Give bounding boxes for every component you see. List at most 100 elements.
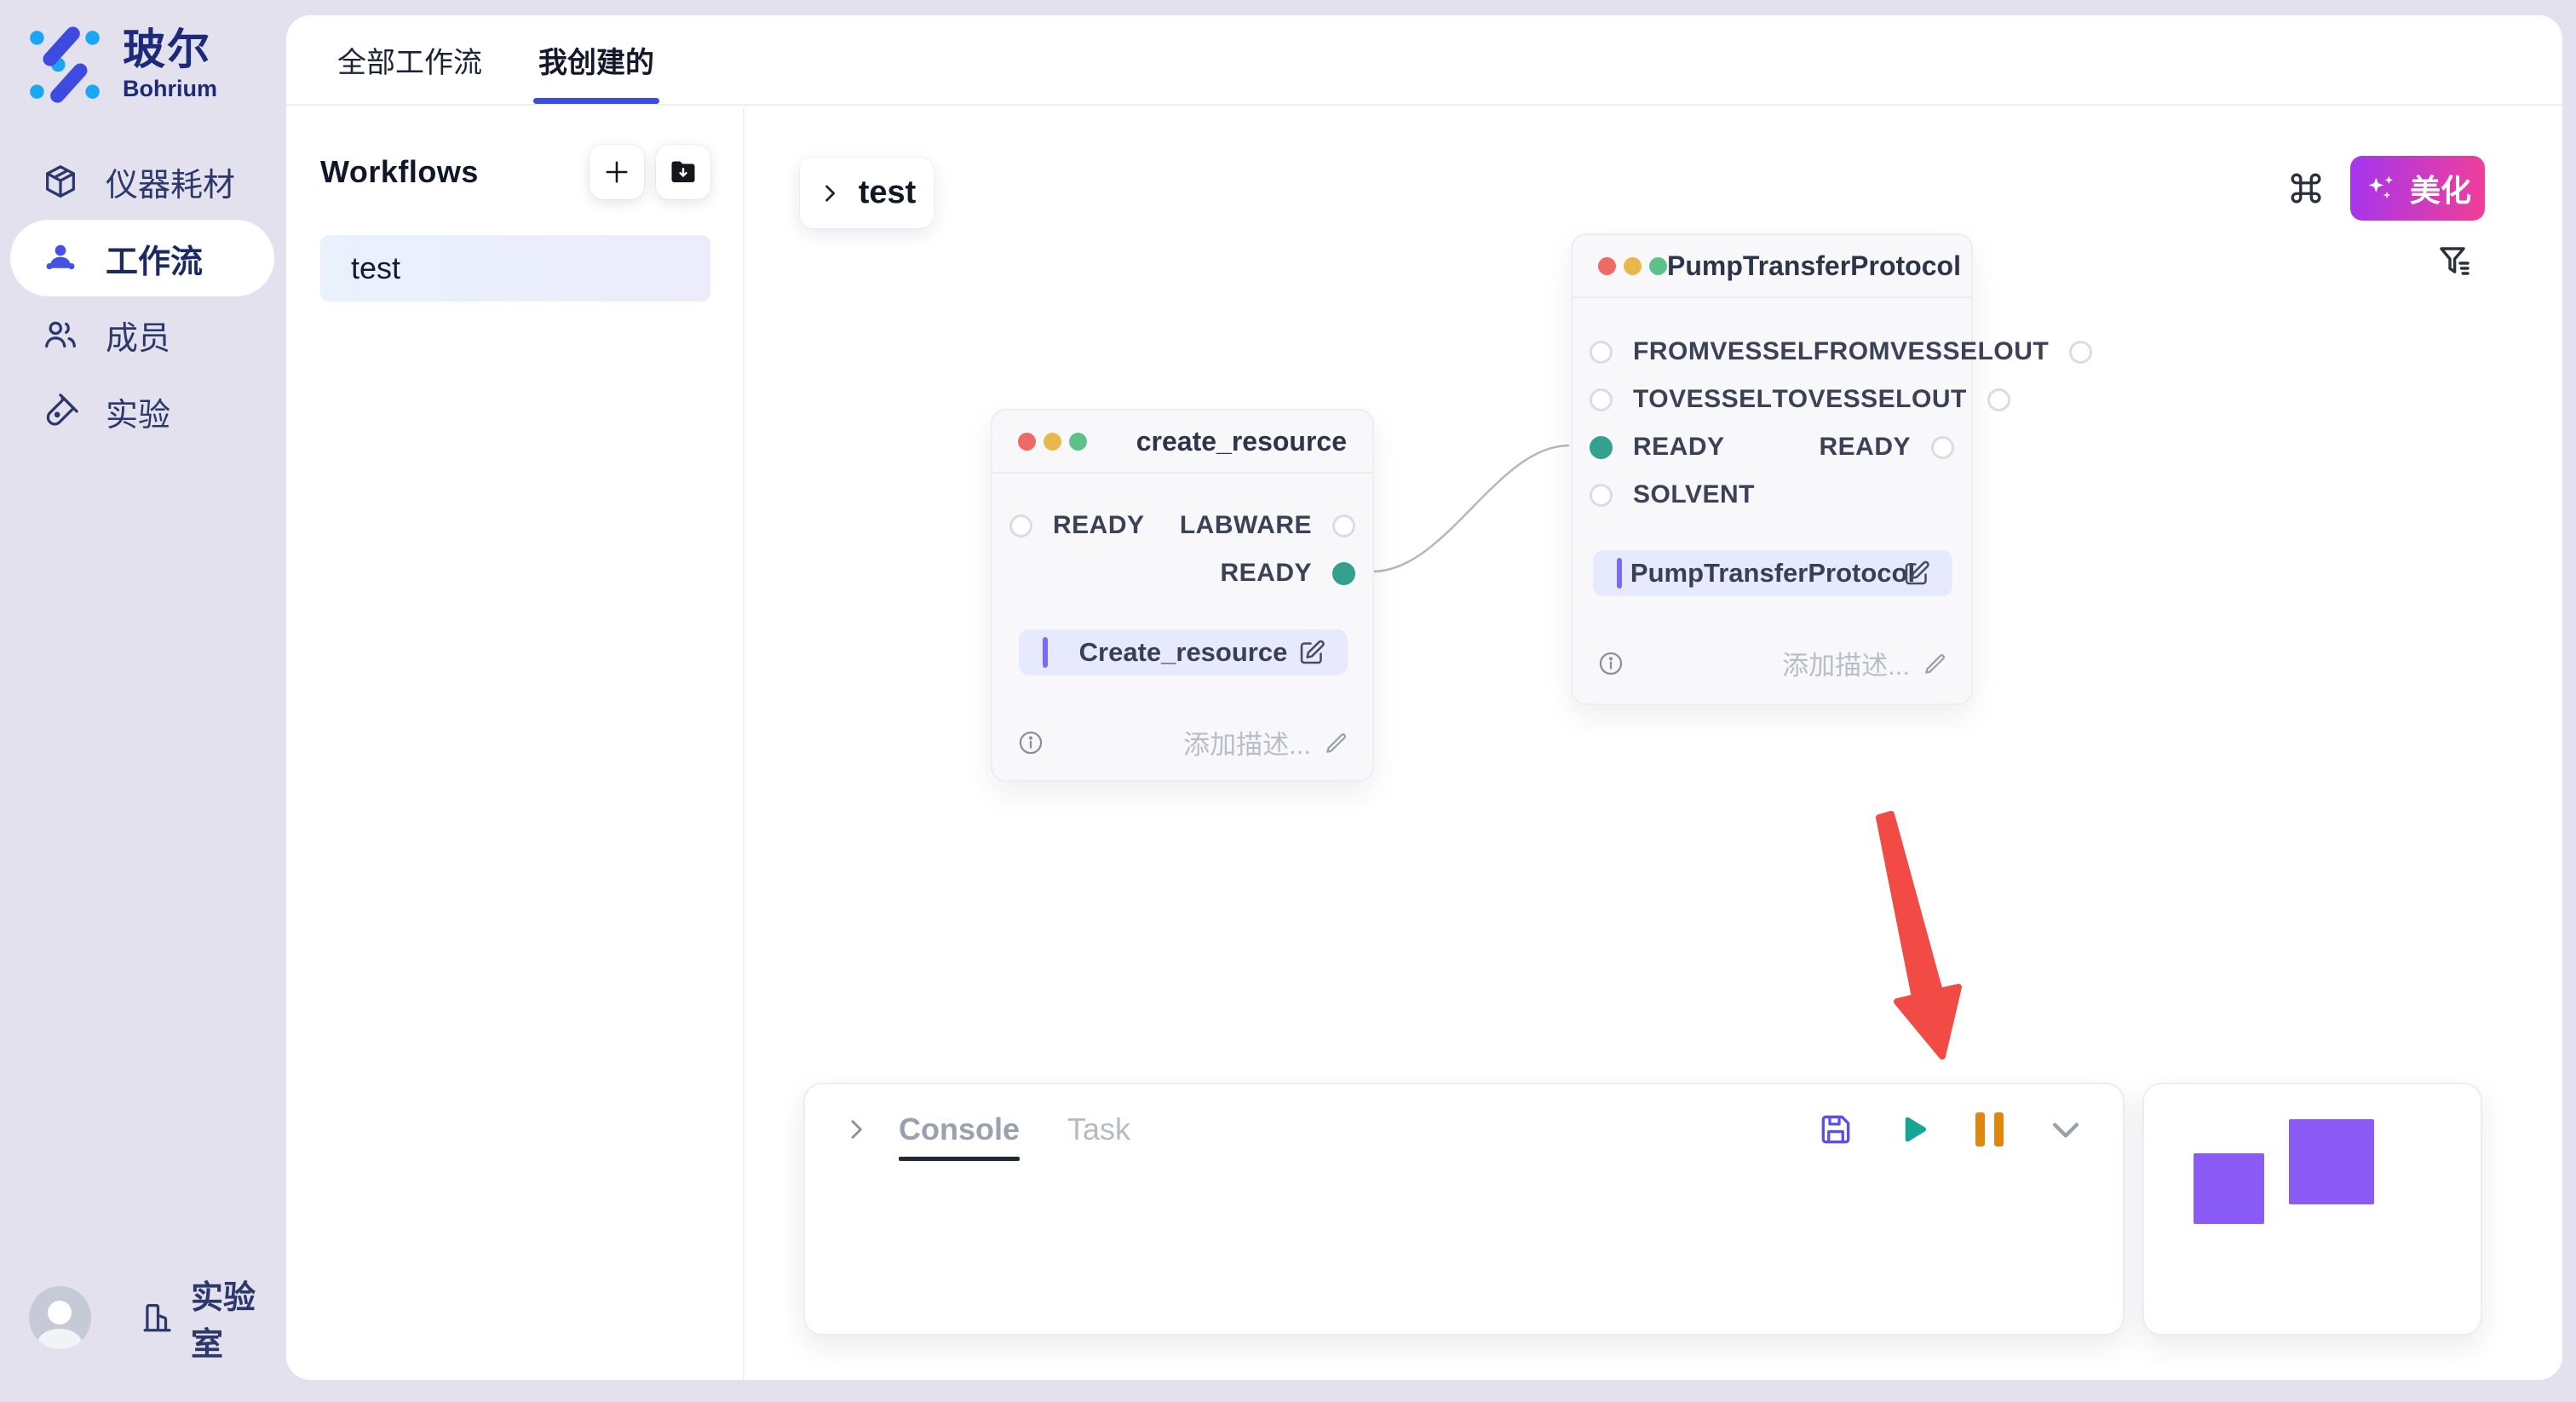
sidebar-item-label: 仪器耗材 <box>106 158 235 205</box>
box-icon <box>41 162 80 201</box>
port-label: SOLVENT <box>1633 480 1755 509</box>
bohrium-logo-icon <box>26 26 104 104</box>
console-panel: Console Task <box>803 1083 2125 1336</box>
workflow-tabbar: 全部工作流 我创建的 <box>286 15 2562 106</box>
plus-icon <box>601 157 632 187</box>
port-label: READY <box>1633 433 1725 462</box>
node-description-placeholder[interactable]: 添加描述... <box>1183 723 1350 761</box>
sidebar-item-experiments[interactable]: 实验 <box>10 373 274 450</box>
add-workflow-button[interactable] <box>589 145 644 199</box>
minimap[interactable] <box>2142 1083 2482 1336</box>
output-port-fromvesselout: FROMVESSELOUT <box>1814 337 2093 366</box>
port-handle[interactable] <box>1590 484 1613 507</box>
filter-funnel-icon <box>2435 242 2475 283</box>
port-handle[interactable] <box>1931 436 1954 459</box>
port-label: LABWARE <box>1180 511 1312 540</box>
sidebar-item-label: 工作流 <box>106 235 203 282</box>
info-icon[interactable] <box>1016 728 1045 757</box>
input-port-tovessel: TOVESSEL <box>1590 385 1773 414</box>
edit-icon[interactable] <box>1901 558 1932 589</box>
workflow-list-panel: Workflows test <box>286 107 745 1380</box>
sidebar-item-instruments[interactable]: 仪器耗材 <box>10 143 274 220</box>
annotation-arrow <box>1879 814 1958 1056</box>
sidebar-item-label: 实验 <box>106 388 170 435</box>
tab-all-workflows[interactable]: 全部工作流 <box>337 15 482 104</box>
beautify-button[interactable]: 美化 <box>2350 156 2485 221</box>
brand-logo[interactable]: 玻尔 Bohrium <box>26 26 217 104</box>
app-root: 玻尔 Bohrium 仪器耗材 工作流 <box>0 0 2576 1402</box>
traffic-yellow-dot <box>1044 433 1061 451</box>
tab-task[interactable]: Task <box>1067 1112 1130 1147</box>
description-text: 添加描述... <box>1782 644 1910 682</box>
sidebar: 玻尔 Bohrium 仪器耗材 工作流 <box>0 0 286 1402</box>
user-avatar[interactable] <box>29 1286 91 1349</box>
import-workflow-button[interactable] <box>656 145 710 199</box>
input-port-ready: READY <box>1009 511 1145 540</box>
node-footer: 添加描述... <box>1596 644 1949 682</box>
port-handle-connected[interactable] <box>1590 436 1613 459</box>
node-action-button[interactable]: PumpTransferProtocol <box>1593 550 1952 596</box>
port-handle-connected[interactable] <box>1332 562 1355 585</box>
sidebar-item-label: 成员 <box>106 312 170 359</box>
port-handle[interactable] <box>1987 388 2010 411</box>
tab-label: 全部工作流 <box>337 39 482 81</box>
port-label: TOVESSEL <box>1633 385 1773 414</box>
tab-label: 我创建的 <box>538 39 654 81</box>
chevron-down-icon <box>2047 1111 2084 1148</box>
command-icon <box>2285 167 2327 210</box>
collapse-console-button[interactable] <box>2046 1110 2085 1149</box>
info-icon[interactable] <box>1596 649 1625 678</box>
port-handle[interactable] <box>1332 514 1355 537</box>
traffic-red-dot <box>1598 257 1616 275</box>
port-handle[interactable] <box>1590 388 1613 411</box>
node-action-button[interactable]: Create_resource <box>1019 629 1348 675</box>
run-button[interactable] <box>1893 1110 1932 1149</box>
chevron-right-icon <box>818 181 842 205</box>
sidebar-nav: 仪器耗材 工作流 成员 <box>10 143 274 450</box>
node-header: create_resource <box>992 411 1372 474</box>
port-label: TOVESSELOUT <box>1773 385 1967 414</box>
input-port-fromvessel: FROMVESSEL <box>1590 337 1814 366</box>
node-description-placeholder[interactable]: 添加描述... <box>1782 644 1949 682</box>
node-create-resource[interactable]: create_resource READY LABWARE <box>991 409 1374 782</box>
node-ports: READY LABWARE READY <box>992 502 1372 597</box>
pause-button[interactable] <box>1969 1110 2009 1149</box>
save-icon <box>1817 1111 1854 1148</box>
workflow-panel-title: Workflows <box>320 154 479 190</box>
node-pump-transfer-protocol[interactable]: PumpTransferProtocol FROMVESSEL FROMVESS… <box>1571 233 1973 705</box>
shortcut-panel-button[interactable] <box>2285 167 2327 210</box>
workspace-switcher[interactable]: 实验室 <box>139 1271 286 1365</box>
tab-console[interactable]: Console <box>899 1112 1020 1147</box>
brand-name-zh: 玻尔 <box>123 27 217 72</box>
sidebar-item-members[interactable]: 成员 <box>10 296 274 373</box>
output-port-tovesselout: TOVESSELOUT <box>1773 385 2010 414</box>
minimap-node-create-resource <box>2194 1153 2264 1224</box>
tab-label: Console <box>899 1112 1020 1146</box>
action-label: PumpTransferProtocol <box>1593 558 1952 589</box>
port-handle[interactable] <box>1009 514 1032 537</box>
node-title: create_resource <box>1136 426 1347 457</box>
traffic-light-dots <box>1598 257 1667 275</box>
output-port-ready: READY <box>1220 559 1355 588</box>
filter-button[interactable] <box>2435 242 2475 283</box>
console-header: Console Task <box>805 1084 2123 1149</box>
action-accent-bar <box>1043 637 1048 668</box>
port-label: READY <box>1220 559 1312 588</box>
tab-my-created[interactable]: 我创建的 <box>538 15 654 104</box>
chevron-right-icon[interactable] <box>842 1116 870 1143</box>
tab-label: Task <box>1067 1112 1130 1146</box>
breadcrumb[interactable]: test <box>800 158 934 228</box>
building-icon <box>139 1299 175 1336</box>
port-handle[interactable] <box>1590 341 1613 364</box>
sidebar-item-workflow[interactable]: 工作流 <box>10 220 274 296</box>
experiment-icon <box>41 392 80 431</box>
save-button[interactable] <box>1816 1110 1855 1149</box>
port-handle[interactable] <box>2069 341 2092 364</box>
port-label: READY <box>1053 511 1145 540</box>
workspace-label: 实验室 <box>191 1271 286 1365</box>
output-port-labware: LABWARE <box>1180 511 1355 540</box>
flow-canvas[interactable]: test 美化 <box>746 107 2562 1380</box>
workflow-list-item-test[interactable]: test <box>320 235 710 302</box>
edit-icon[interactable] <box>1297 637 1327 668</box>
traffic-yellow-dot <box>1624 257 1642 275</box>
